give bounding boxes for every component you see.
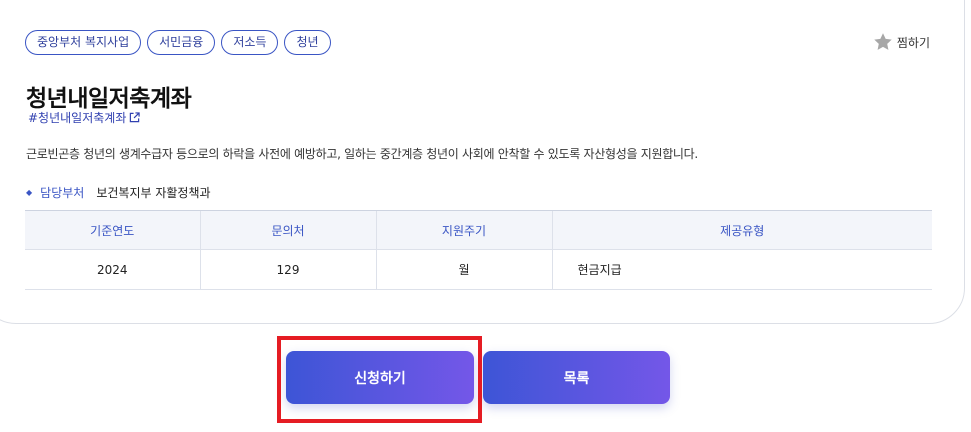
table-header: 문의처	[199, 210, 376, 250]
description: 근로빈곤층 청년의 생계수급자 등으로의 하락을 사전에 예방하고, 일하는 중…	[26, 147, 698, 161]
hashtag-text: #청년내일저축계좌	[28, 111, 127, 125]
star-icon	[874, 33, 892, 50]
table-cell: 월	[375, 249, 552, 290]
tag-chip[interactable]: 서민금융	[147, 30, 216, 55]
table-cell: 2024	[25, 249, 200, 290]
favorite-button[interactable]: 찜하기	[872, 31, 930, 53]
department-row: ◆ 담당부처 보건복지부 자활정책과	[26, 184, 211, 201]
page-title: 청년내일저축계좌	[26, 86, 192, 112]
table-header-row: 기준연도 문의처 지원주기 제공유형	[25, 210, 932, 250]
tag-chip[interactable]: 청년	[284, 30, 331, 55]
tag-chip[interactable]: 중앙부처 복지사업	[25, 30, 142, 55]
external-link-icon	[130, 112, 141, 123]
table-header: 기준연도	[25, 210, 200, 250]
tag-list: 중앙부처 복지사업 서민금융 저소득 청년	[25, 30, 331, 55]
bullet-icon: ◆	[26, 188, 33, 197]
department-value: 보건복지부 자활정책과	[96, 186, 211, 200]
apply-button[interactable]: 신청하기	[286, 351, 474, 404]
list-button[interactable]: 목록	[483, 351, 670, 404]
tag-chip[interactable]: 저소득	[221, 30, 279, 55]
table-cell: 129	[199, 249, 376, 290]
hashtag-link[interactable]: #청년내일저축계좌	[28, 109, 141, 126]
table-header: 지원주기	[375, 210, 552, 250]
table-header: 제공유형	[551, 210, 932, 250]
info-table: 기준연도 문의처 지원주기 제공유형 2024 129 월 현금지급	[25, 210, 932, 290]
table-cell: 현금지급	[551, 249, 932, 290]
table-row: 2024 129 월 현금지급	[25, 249, 932, 290]
favorite-label: 찜하기	[896, 35, 930, 50]
department-label: 담당부처	[40, 186, 85, 200]
